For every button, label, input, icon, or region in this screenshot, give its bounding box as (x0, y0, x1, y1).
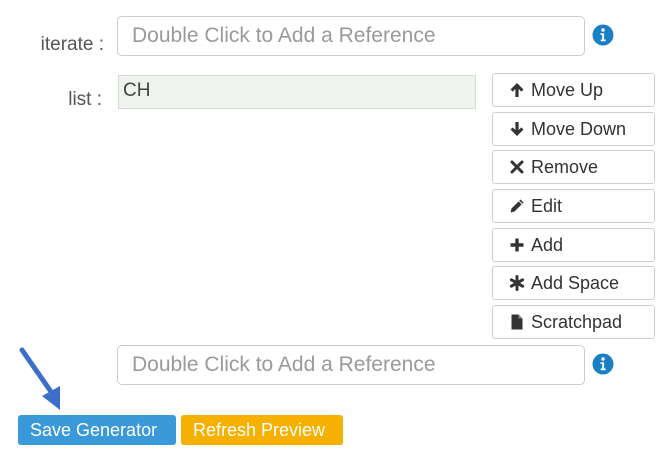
move-down-label: Move Down (531, 118, 627, 139)
move-down-button[interactable]: Move Down (492, 112, 655, 146)
move-up-label: Move Up (531, 79, 604, 100)
info-icon[interactable] (592, 24, 614, 46)
list-item[interactable]: CH (123, 80, 471, 102)
iterate-reference-input[interactable] (117, 16, 585, 56)
refresh-preview-button[interactable]: Refresh Preview (181, 415, 343, 445)
list-label: list : (68, 89, 102, 110)
asterisk-icon (509, 275, 525, 291)
add-space-label: Add Space (531, 272, 620, 293)
add-button[interactable]: Add (492, 228, 655, 262)
times-icon (510, 160, 524, 174)
scratchpad-label: Scratchpad (531, 311, 623, 332)
remove-label: Remove (531, 156, 599, 177)
reference-input[interactable] (117, 345, 585, 385)
pointer-arrow-icon (19, 347, 60, 410)
scratchpad-button[interactable]: Scratchpad (492, 305, 655, 339)
info-icon[interactable] (592, 353, 614, 375)
pencil-icon (510, 199, 524, 213)
add-space-button[interactable]: Add Space (492, 266, 655, 300)
remove-button[interactable]: Remove (492, 150, 655, 184)
move-up-button[interactable]: Move Up (492, 73, 655, 107)
add-label: Add (531, 234, 564, 255)
save-generator-button[interactable]: Save Generator (18, 415, 176, 445)
edit-label: Edit (531, 195, 563, 216)
arrow-down-icon (510, 122, 524, 136)
plus-icon (510, 238, 524, 252)
iterate-label: iterate : (40, 34, 104, 55)
arrow-up-icon (510, 83, 524, 97)
edit-button[interactable]: Edit (492, 189, 655, 223)
list-box[interactable]: CH (118, 75, 476, 109)
file-icon (511, 314, 523, 330)
